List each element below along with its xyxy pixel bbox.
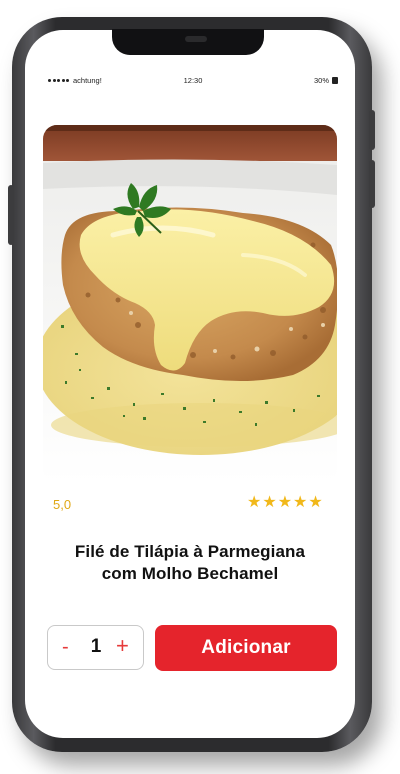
quantity-value: 1: [90, 636, 102, 657]
star-icon: ★: [262, 494, 277, 511]
rating-value: 5,0: [53, 497, 72, 512]
star-icon: ★: [308, 494, 323, 511]
rating-stars: ★ ★ ★ ★ ★: [247, 494, 323, 512]
status-right: 30%: [314, 76, 338, 85]
increase-quantity-button[interactable]: +: [116, 635, 129, 657]
phone-notch: [112, 29, 264, 55]
battery-icon: [332, 77, 338, 84]
dish-illustration: [43, 125, 337, 483]
star-icon: ★: [247, 494, 262, 511]
status-bar: achtung! 12:30 30%: [48, 76, 338, 88]
phone-side-button-left: [8, 185, 14, 245]
add-to-cart-button[interactable]: Adicionar: [155, 625, 337, 671]
battery-percent: 30%: [313, 76, 329, 85]
star-icon: ★: [277, 494, 293, 511]
star-icon: ★: [293, 494, 308, 511]
product-title-line-1: Filé de Tilápia à Parmegiana: [74, 542, 306, 561]
phone-speaker: [185, 36, 207, 42]
product-image: [43, 125, 337, 483]
product-title: Filé de Tilápia à Parmegiana com Molho B…: [40, 541, 340, 585]
phone-side-button-right-top: [369, 110, 375, 150]
phone-side-button-right: [369, 160, 375, 208]
product-title-line-2: com Molho Bechamel: [101, 564, 279, 583]
stage: achtung! 12:30 30% 5,0 ★ ★ ★ ★ ★ Filé de…: [0, 0, 400, 774]
status-time: 12:30: [183, 76, 203, 85]
quantity-stepper: - 1 +: [47, 625, 144, 670]
decrease-quantity-button[interactable]: -: [62, 636, 69, 658]
